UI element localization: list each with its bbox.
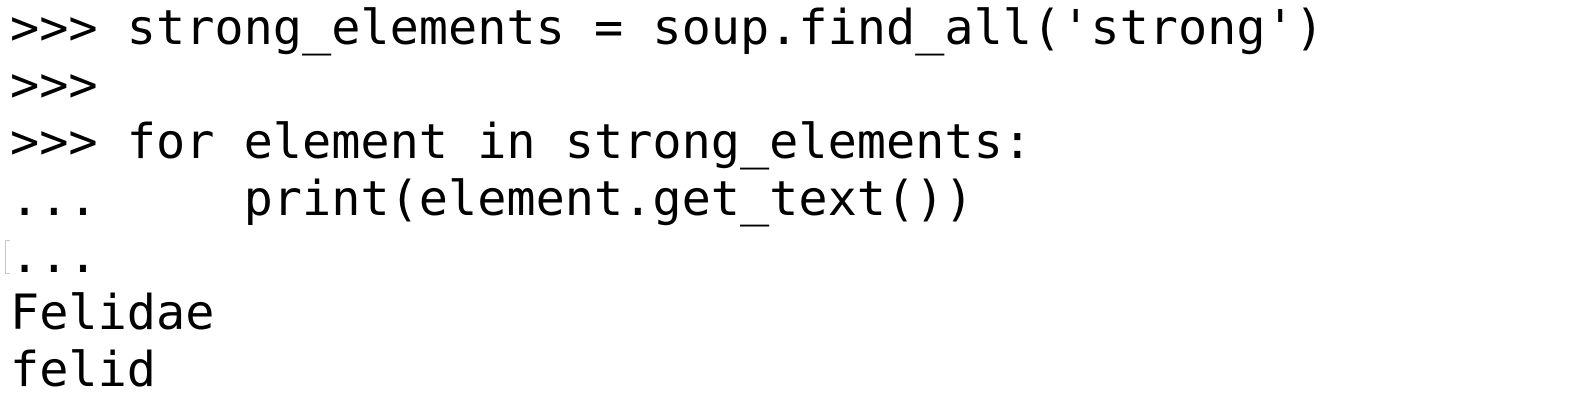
repl-input-line-for: >>> for element in strong_elements: [10, 114, 1032, 170]
python-repl-terminal[interactable]: >>> strong_elements = soup.find_all('str… [0, 0, 1582, 402]
repl-continuation-line-empty: ... [10, 228, 98, 284]
repl-output-line-1: Felidae [10, 285, 215, 341]
repl-output-line-2: felid [10, 342, 156, 398]
repl-input-line-assign: >>> strong_elements = soup.find_all('str… [10, 0, 1324, 56]
repl-empty-prompt-line: >>> [10, 57, 98, 113]
text-cursor-bracket [5, 240, 10, 274]
repl-continuation-line-print: ... print(element.get_text()) [10, 171, 974, 227]
